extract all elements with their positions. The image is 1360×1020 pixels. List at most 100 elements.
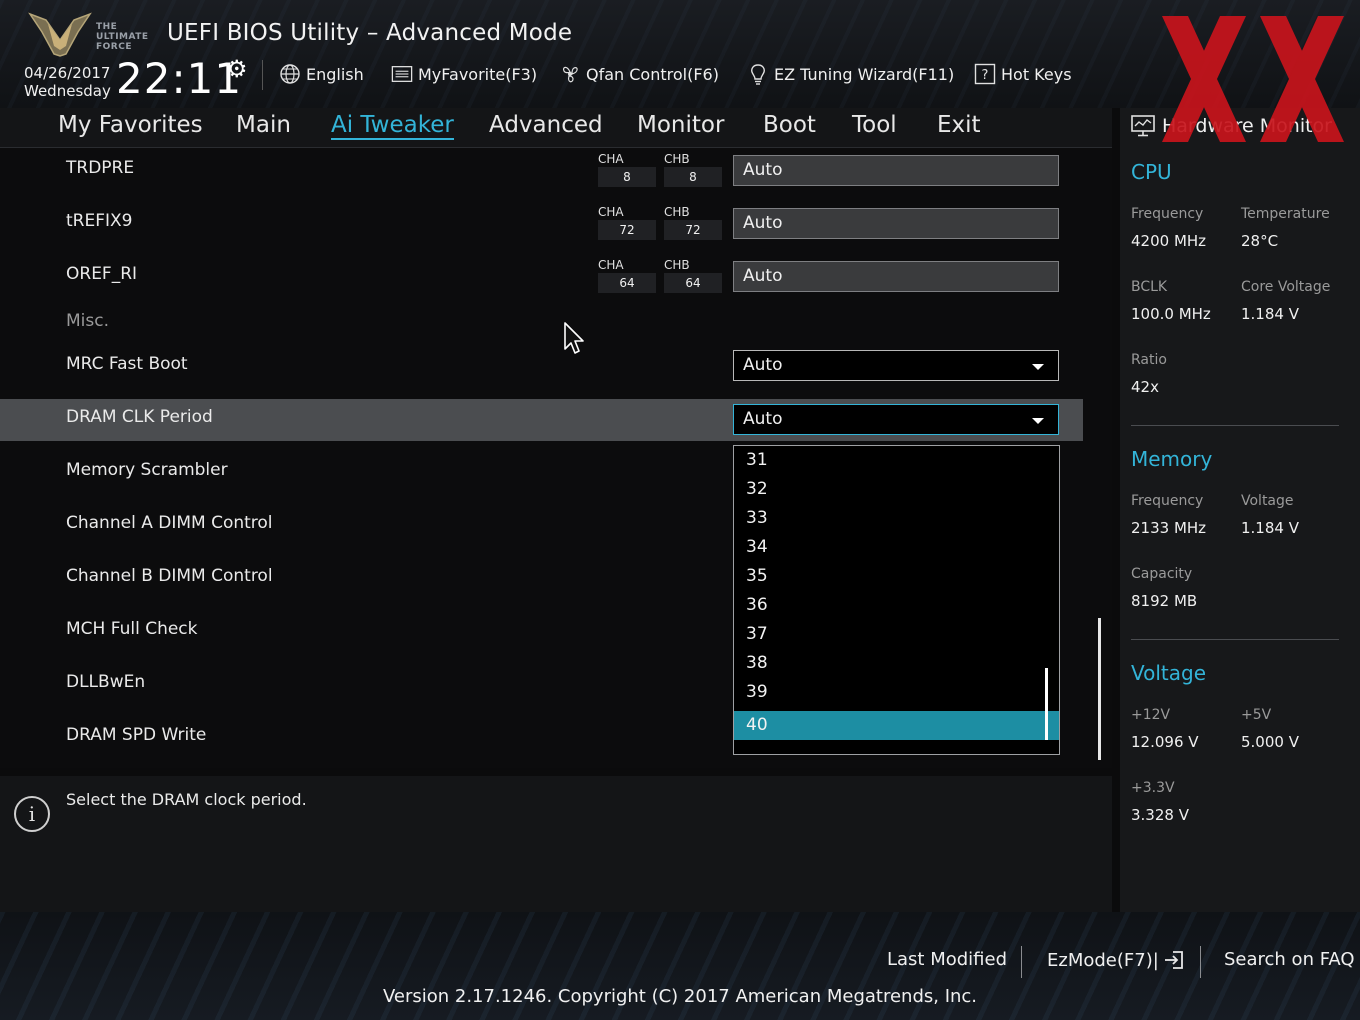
tab-exit[interactable]: Exit: [937, 112, 981, 138]
myfavorite-button[interactable]: MyFavorite(F3): [391, 62, 537, 86]
hw-section-cpu: CPU: [1131, 160, 1172, 184]
cha-number: 8: [598, 167, 656, 187]
tuf-shield-icon: [28, 12, 92, 57]
core-voltage-value: 1.184 V: [1241, 305, 1299, 323]
setting-label-channel-b-dimm-control[interactable]: Channel B DIMM Control: [66, 566, 273, 586]
setting-label-trdpre[interactable]: TRDPRE: [66, 158, 134, 178]
qfan-control-button[interactable]: Qfan Control(F6): [559, 62, 719, 86]
chb-number: 8: [664, 167, 722, 187]
hw-divider: [1131, 425, 1339, 426]
tab-my-favorites[interactable]: My Favorites: [58, 112, 203, 138]
chb-number: 72: [664, 220, 722, 240]
myfavorite-label: MyFavorite(F3): [418, 64, 538, 84]
setting-label-mrc-fast-boot[interactable]: MRC Fast Boot: [66, 354, 188, 374]
tab-main[interactable]: Main: [236, 112, 291, 138]
settings-scrollbar[interactable]: [1098, 618, 1101, 760]
chb-caption: CHB: [664, 258, 690, 272]
footer-divider: [1200, 946, 1201, 978]
v33-value: 3.328 V: [1131, 806, 1189, 824]
search-faq-button[interactable]: Search on FAQ: [1224, 949, 1355, 970]
v5-label: +5V: [1241, 707, 1272, 723]
v12-value: 12.096 V: [1131, 733, 1199, 751]
memory-voltage-value: 1.184 V: [1241, 519, 1299, 537]
lightbulb-icon: [747, 63, 769, 85]
dropdown-option[interactable]: 34: [734, 533, 1059, 562]
mrc-fast-boot-value: Auto: [743, 355, 783, 375]
dropdown-option[interactable]: 36: [734, 591, 1059, 620]
cha-value-trefix9: CHA 72: [598, 204, 656, 240]
tab-monitor[interactable]: Monitor: [637, 112, 724, 138]
trefix9-input[interactable]: Auto: [733, 208, 1059, 239]
tab-boot[interactable]: Boot: [763, 112, 816, 138]
favorite-list-icon: [391, 63, 413, 85]
section-header-misc: Misc.: [66, 311, 109, 331]
hardware-monitor-title: Hardware Monitor: [1162, 115, 1332, 137]
hardware-monitor-panel: Hardware Monitor CPU Frequency Temperatu…: [1120, 108, 1360, 912]
mrc-fast-boot-select[interactable]: Auto: [733, 350, 1059, 381]
hot-keys-button[interactable]: ? Hot Keys: [974, 62, 1072, 86]
v5-value: 5.000 V: [1241, 733, 1299, 751]
clock-time[interactable]: 22:11: [116, 54, 242, 103]
dropdown-option[interactable]: 32: [734, 475, 1059, 504]
language-button[interactable]: English: [279, 62, 364, 86]
hardware-monitor-header: Hardware Monitor: [1130, 114, 1332, 138]
gear-icon[interactable]: ⚙: [226, 55, 248, 83]
memory-frequency-value: 2133 MHz: [1131, 519, 1207, 537]
header-divider: [262, 60, 263, 90]
cpu-frequency-label: Frequency: [1131, 206, 1204, 222]
dram-clk-period-select[interactable]: Auto: [733, 404, 1059, 435]
dram-clk-period-dropdown[interactable]: 31 32 33 34 35 36 37 38 39 Disabled 40: [733, 445, 1060, 755]
qfan-control-label: Qfan Control(F6): [586, 64, 719, 84]
dropdown-option[interactable]: 37: [734, 620, 1059, 649]
oref-ri-input[interactable]: Auto: [733, 261, 1059, 292]
date-text: 04/26/2017: [24, 64, 111, 82]
ezmode-button[interactable]: EzMode(F7)|: [1047, 949, 1185, 971]
setting-label-oref-ri[interactable]: OREF_RI: [66, 264, 137, 284]
setting-label-mch-full-check[interactable]: MCH Full Check: [66, 619, 198, 639]
cha-caption: CHA: [598, 152, 624, 166]
cha-number: 72: [598, 220, 656, 240]
capacity-value: 8192 MB: [1131, 592, 1198, 610]
setting-label-memory-scrambler[interactable]: Memory Scrambler: [66, 460, 228, 480]
fan-icon: [559, 63, 581, 85]
setting-label-dram-spd-write[interactable]: DRAM SPD Write: [66, 725, 206, 745]
cpu-temperature-value: 28°C: [1241, 232, 1279, 250]
setting-label-channel-a-dimm-control[interactable]: Channel A DIMM Control: [66, 513, 273, 533]
cha-caption: CHA: [598, 205, 624, 219]
cha-caption: CHA: [598, 258, 624, 272]
chb-number: 64: [664, 273, 722, 293]
ezmode-label: EzMode(F7)|: [1047, 949, 1159, 971]
language-label: English: [306, 64, 364, 84]
chb-value-trdpre: CHB 8: [664, 151, 722, 187]
chb-caption: CHB: [664, 152, 690, 166]
hw-divider: [1131, 639, 1339, 640]
dropdown-option[interactable]: 33: [734, 504, 1059, 533]
dropdown-option[interactable]: 35: [734, 562, 1059, 591]
mouse-cursor-icon: [564, 322, 584, 354]
setting-label-dllbwen[interactable]: DLLBwEn: [66, 672, 145, 692]
tab-advanced[interactable]: Advanced: [489, 112, 603, 138]
capacity-label: Capacity: [1131, 566, 1193, 582]
date-display: 04/26/2017 Wednesday: [24, 64, 111, 100]
dropdown-scrollbar[interactable]: [1045, 668, 1048, 740]
help-text: Select the DRAM clock period.: [66, 790, 307, 809]
last-modified-button[interactable]: Last Modified: [887, 949, 1007, 970]
hw-section-memory: Memory: [1131, 447, 1213, 471]
footer-divider: [1021, 946, 1022, 978]
setting-label-trefix9[interactable]: tREFIX9: [66, 211, 132, 231]
dropdown-option[interactable]: 39: [734, 678, 1059, 707]
tab-tool[interactable]: Tool: [852, 112, 897, 138]
chb-caption: CHB: [664, 205, 690, 219]
dropdown-option[interactable]: 38: [734, 649, 1059, 678]
trdpre-input[interactable]: Auto: [733, 155, 1059, 186]
ez-tuning-wizard-button[interactable]: EZ Tuning Wizard(F11): [747, 62, 954, 86]
setting-label-dram-clk-period[interactable]: DRAM CLK Period: [66, 407, 213, 427]
dropdown-option[interactable]: 31: [734, 446, 1059, 475]
tab-ai-tweaker[interactable]: Ai Tweaker: [331, 112, 454, 140]
memory-frequency-label: Frequency: [1131, 493, 1204, 509]
settings-panel: TRDPRE CHA 8 CHB 8 Auto tREFIX9 CHA 72 C…: [0, 148, 1112, 768]
globe-icon: [279, 63, 301, 85]
dropdown-option-selected[interactable]: 40: [734, 711, 1059, 740]
weekday-text: Wednesday: [24, 82, 111, 100]
v12-label: +12V: [1131, 707, 1171, 723]
